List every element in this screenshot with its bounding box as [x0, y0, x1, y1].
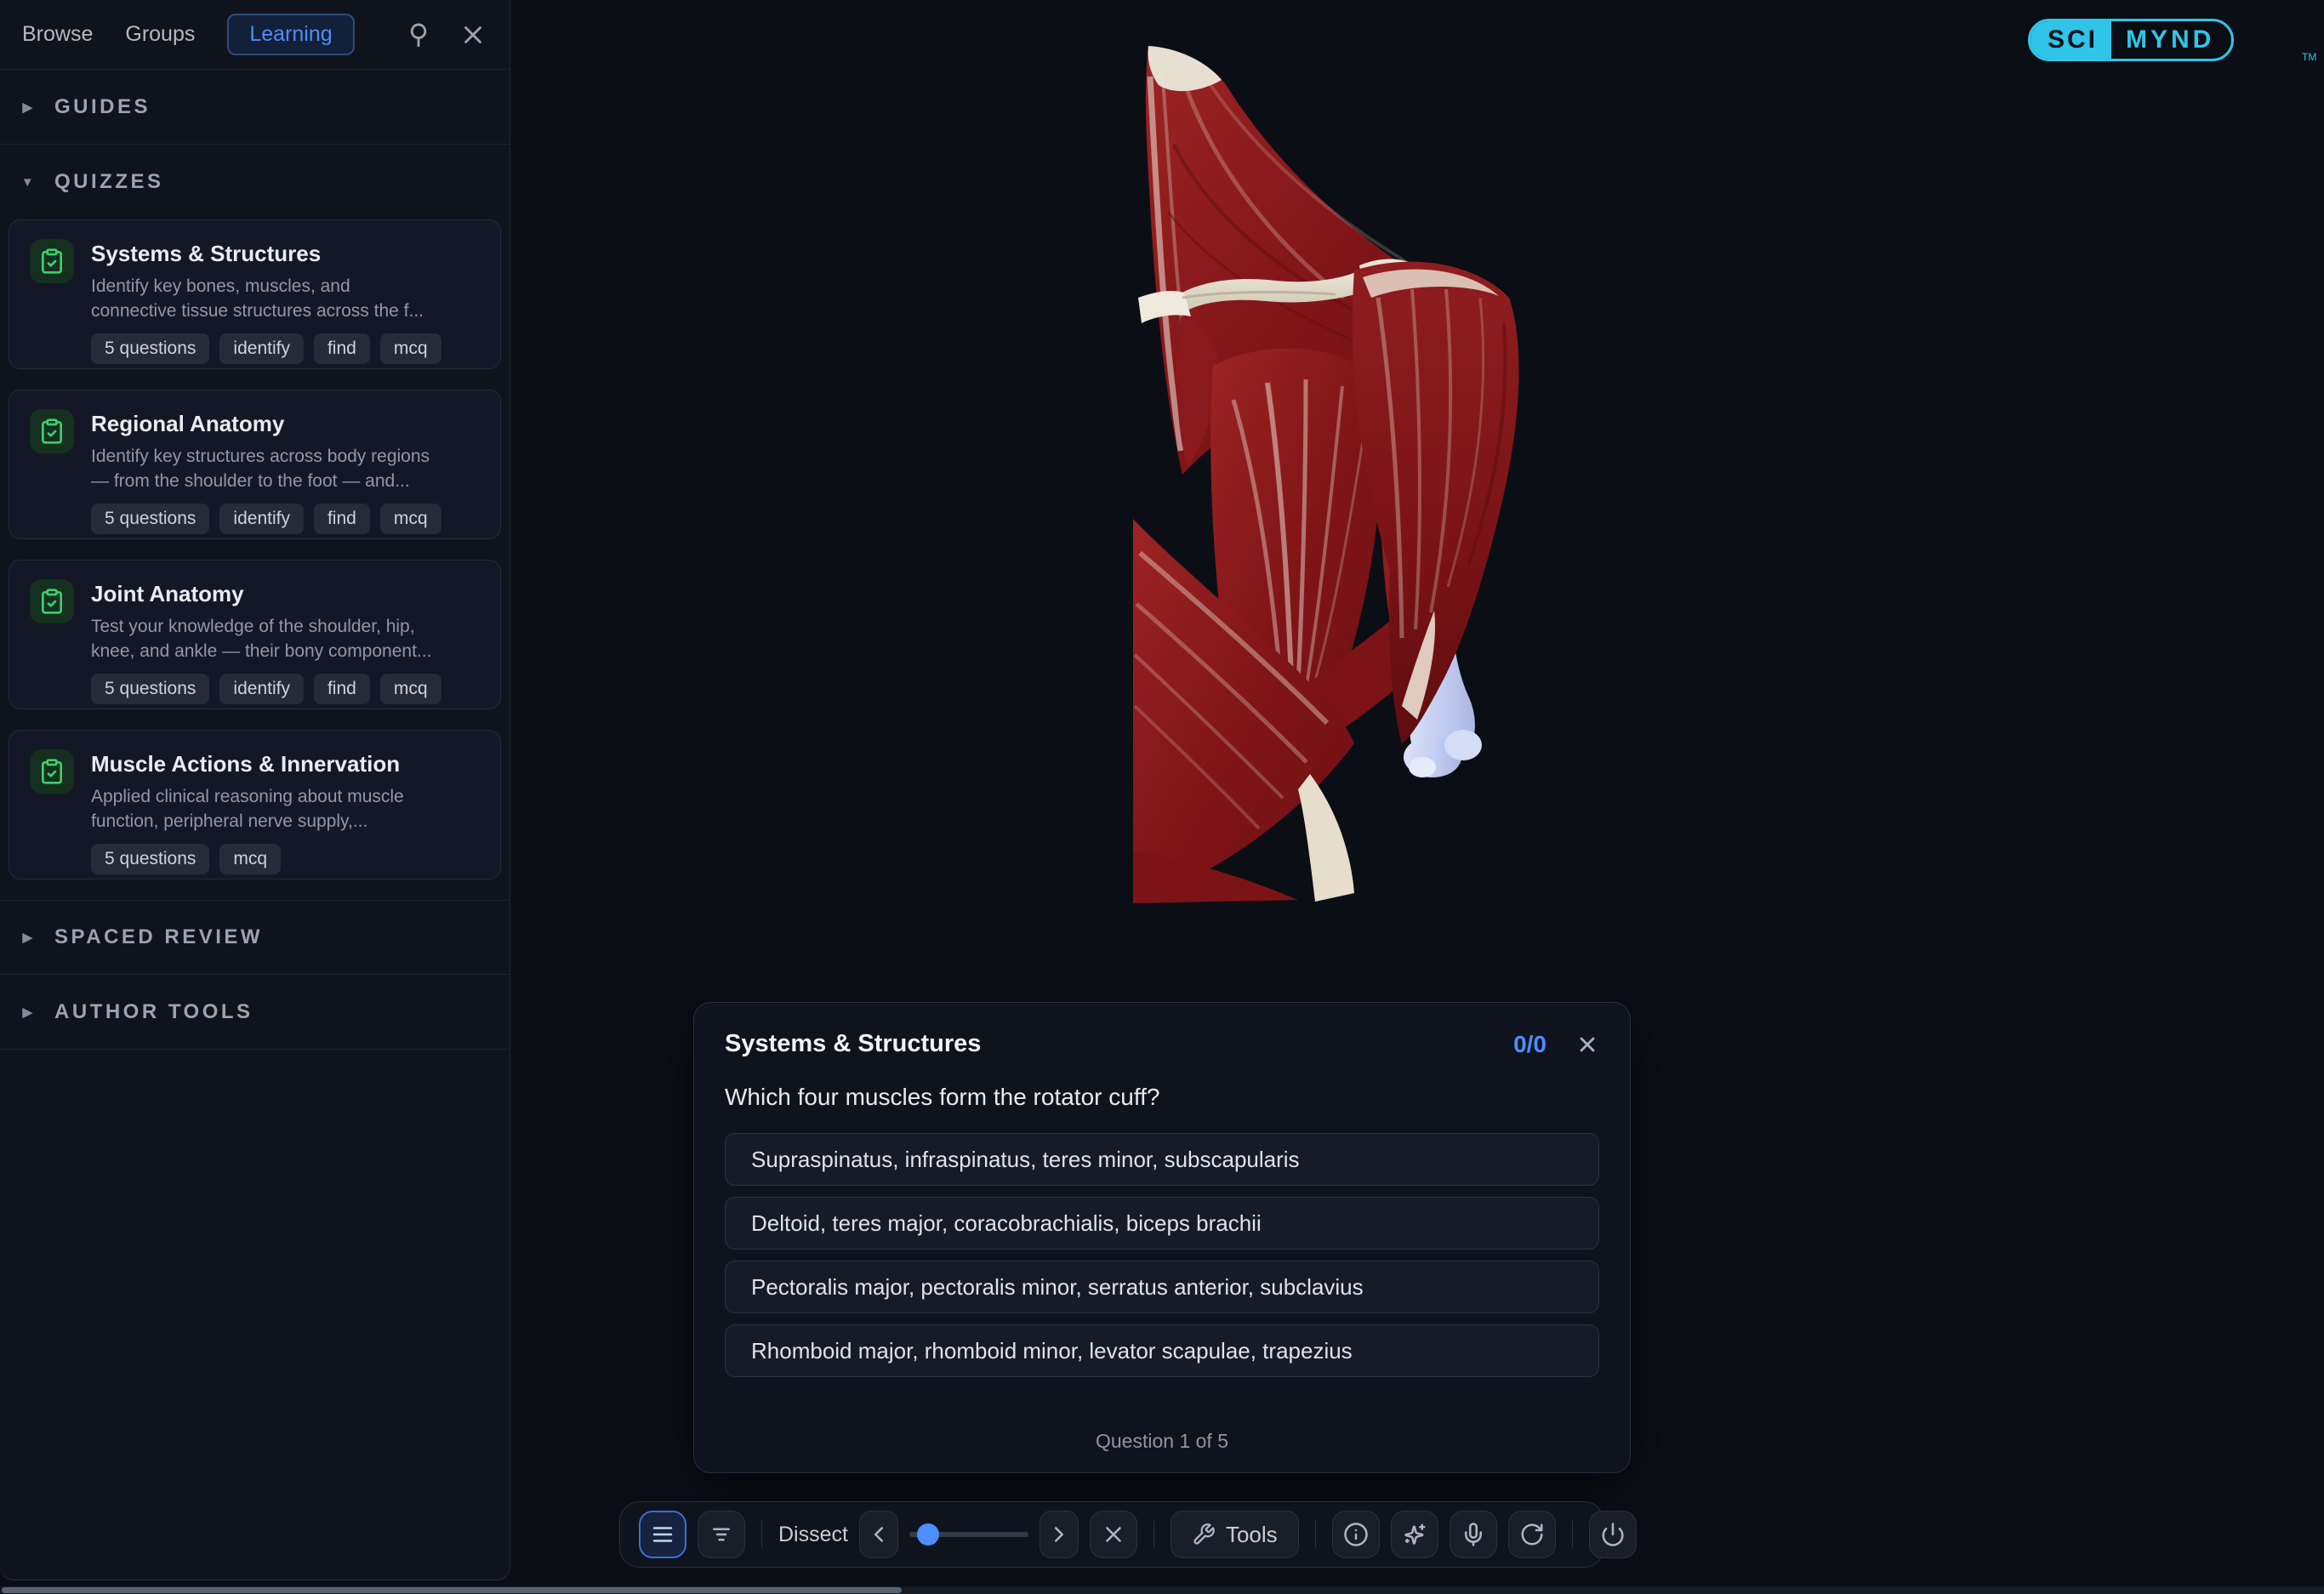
dissect-label: Dissect: [778, 1523, 848, 1547]
chevron-right-icon: [1046, 1522, 1072, 1547]
tab-learning[interactable]: Learning: [227, 14, 354, 55]
learning-sidebar: Browse Groups Learning ▶ GUIDES ▼ QUIZZE…: [0, 0, 510, 1580]
quiz-card-systems-structures[interactable]: Systems & Structures Identify key bones,…: [9, 219, 501, 369]
tag-mcq: mcq: [380, 504, 441, 534]
scimynd-logo: SCI MYND: [2028, 19, 2234, 61]
tools-label: Tools: [1226, 1522, 1278, 1548]
quiz-card-title: Joint Anatomy: [91, 581, 441, 607]
dissect-next-button[interactable]: [1040, 1511, 1079, 1558]
quiz-question-text: Which four muscles form the rotator cuff…: [725, 1084, 1599, 1111]
scene-list-button[interactable]: [639, 1511, 686, 1558]
section-quizzes-label: QUIZZES: [54, 170, 164, 194]
tag-question-count: 5 questions: [91, 504, 209, 534]
toolbar-divider: [1315, 1521, 1316, 1548]
filter-button[interactable]: [698, 1511, 745, 1558]
horizontal-scrollbar-thumb[interactable]: [2, 1587, 902, 1593]
tag-mcq: mcq: [219, 844, 281, 874]
tag-identify: identify: [219, 504, 304, 534]
filter-lines-icon: [709, 1522, 734, 1547]
section-quizzes[interactable]: ▼ QUIZZES: [0, 145, 510, 219]
quiz-card-regional-anatomy[interactable]: Regional Anatomy Identify key structures…: [9, 390, 501, 539]
logo-trademark: TM: [2302, 51, 2316, 63]
tag-mcq: mcq: [380, 674, 441, 704]
tag-mcq: mcq: [380, 333, 441, 364]
clipboard-check-icon: [30, 409, 74, 453]
caret-down-icon: ▼: [20, 175, 37, 190]
tab-groups[interactable]: Groups: [125, 22, 195, 47]
caret-right-icon: ▶: [20, 1005, 37, 1020]
wrench-icon: [1192, 1523, 1216, 1546]
power-icon: [1600, 1522, 1626, 1547]
reset-view-button[interactable]: [1508, 1511, 1556, 1558]
answer-option-2[interactable]: Deltoid, teres major, coracobrachialis, …: [725, 1197, 1599, 1250]
viewer-toolbar: Dissect Tools: [619, 1501, 1604, 1568]
microphone-icon: [1461, 1522, 1486, 1547]
quiz-progress-label: Question 1 of 5: [725, 1430, 1599, 1453]
shoulder-model-svg: [1131, 43, 1531, 910]
tag-identify: identify: [219, 333, 304, 364]
caret-right-icon: ▶: [20, 930, 37, 945]
quiz-card-description: Test your knowledge of the shoulder, hip…: [91, 614, 441, 663]
toolbar-divider: [1572, 1521, 1573, 1548]
logo-mynd: MYND: [2114, 21, 2231, 59]
chevron-left-icon: [866, 1522, 891, 1547]
quiz-question-panel: Systems & Structures 0/0 Which four musc…: [693, 1002, 1631, 1473]
pin-icon[interactable]: [404, 20, 433, 49]
rotate-cw-icon: [1519, 1522, 1545, 1547]
dissect-prev-button[interactable]: [859, 1511, 898, 1558]
tools-button[interactable]: Tools: [1171, 1511, 1299, 1558]
tag-find: find: [314, 674, 370, 704]
clipboard-check-icon: [30, 749, 74, 794]
tag-question-count: 5 questions: [91, 674, 209, 704]
section-spaced-review-label: SPACED REVIEW: [54, 925, 263, 949]
caret-right-icon: ▶: [20, 100, 37, 115]
tag-find: find: [314, 333, 370, 364]
anatomy-3d-viewport[interactable]: [1131, 43, 1531, 910]
clipboard-check-icon: [30, 239, 74, 283]
section-author-tools-label: AUTHOR TOOLS: [54, 1000, 253, 1024]
tag-identify: identify: [219, 674, 304, 704]
dissect-slider[interactable]: [909, 1511, 1028, 1558]
tag-question-count: 5 questions: [91, 333, 209, 364]
info-circle-icon: [1343, 1522, 1369, 1547]
quiz-score: 0/0: [1513, 1031, 1546, 1058]
logo-sci: SCI: [2031, 21, 2114, 59]
quiz-card-title: Muscle Actions & Innervation: [91, 751, 404, 777]
quiz-card-description: Applied clinical reasoning about muscle …: [91, 784, 404, 834]
quiz-card-joint-anatomy[interactable]: Joint Anatomy Test your knowledge of the…: [9, 560, 501, 709]
toolbar-divider: [1153, 1521, 1154, 1548]
sidebar-header: Browse Groups Learning: [0, 0, 510, 70]
clipboard-check-icon: [30, 579, 74, 623]
tag-question-count: 5 questions: [91, 844, 209, 874]
quiz-card-title: Regional Anatomy: [91, 411, 441, 437]
dissect-slider-knob[interactable]: [917, 1523, 939, 1546]
clear-selection-button[interactable]: [1090, 1511, 1137, 1558]
quiz-card-description: Identify key bones, muscles, and connect…: [91, 274, 441, 323]
power-button[interactable]: [1589, 1511, 1637, 1558]
section-spaced-review[interactable]: ▶ SPACED REVIEW: [0, 900, 510, 975]
quiz-panel-title: Systems & Structures: [725, 1030, 981, 1058]
section-guides-label: GUIDES: [54, 95, 151, 119]
section-guides[interactable]: ▶ GUIDES: [0, 70, 510, 145]
tag-find: find: [314, 504, 370, 534]
quiz-card-description: Identify key structures across body regi…: [91, 444, 441, 493]
toolbar-divider: [761, 1521, 762, 1548]
quiz-card-title: Systems & Structures: [91, 241, 441, 267]
horizontal-scrollbar-track[interactable]: [0, 1586, 2324, 1594]
answer-option-4[interactable]: Rhomboid major, rhomboid minor, levator …: [725, 1324, 1599, 1377]
section-author-tools[interactable]: ▶ AUTHOR TOOLS: [0, 975, 510, 1050]
ai-assistant-button[interactable]: [1391, 1511, 1438, 1558]
microphone-button[interactable]: [1450, 1511, 1497, 1558]
tab-browse[interactable]: Browse: [22, 22, 93, 47]
close-icon[interactable]: [459, 20, 487, 49]
info-button[interactable]: [1332, 1511, 1380, 1558]
sparkles-icon: [1402, 1522, 1427, 1547]
x-icon: [1101, 1522, 1126, 1547]
quiz-list: Systems & Structures Identify key bones,…: [0, 219, 510, 880]
quiz-card-muscle-actions[interactable]: Muscle Actions & Innervation Applied cli…: [9, 730, 501, 880]
close-icon[interactable]: [1575, 1033, 1599, 1056]
answer-option-1[interactable]: Supraspinatus, infraspinatus, teres mino…: [725, 1133, 1599, 1186]
answer-option-3[interactable]: Pectoralis major, pectoralis minor, serr…: [725, 1261, 1599, 1313]
menu-lines-icon: [650, 1522, 675, 1547]
